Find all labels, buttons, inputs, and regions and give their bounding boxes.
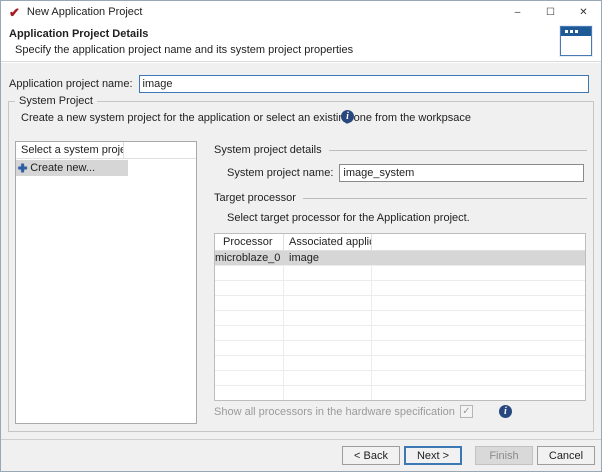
application-name-label: Application project name: (9, 78, 133, 90)
processor-table-body: microblaze_0image (215, 251, 585, 401)
table-cell (215, 341, 284, 355)
back-button[interactable]: < Back (342, 446, 400, 465)
table-row-empty[interactable] (215, 311, 585, 326)
add-icon: ✚ (18, 162, 27, 175)
table-cell (284, 296, 372, 310)
table-cell (372, 311, 585, 325)
table-cell (215, 296, 284, 310)
group-label: System Project (15, 95, 97, 107)
group-description: Create a new system project for the appl… (21, 112, 471, 124)
xilinx-logo-icon: ✔ (9, 6, 20, 19)
column-header[interactable]: Associated applications (284, 234, 372, 250)
column-header[interactable]: Processor (215, 234, 284, 250)
table-cell: image (284, 251, 372, 265)
table-cell (215, 371, 284, 385)
table-cell (372, 356, 585, 370)
table-cell (284, 341, 372, 355)
system-project-group: System Project Create a new system proje… (8, 101, 594, 432)
table-cell (215, 356, 284, 370)
system-project-list-header: Select a system project (16, 142, 196, 159)
table-cell (215, 386, 284, 400)
dialog-body: Application project name: System Project… (1, 63, 601, 439)
table-row[interactable]: microblaze_0image (215, 251, 585, 266)
table-cell (284, 281, 372, 295)
table-cell (215, 326, 284, 340)
show-all-processors-row: Show all processors in the hardware spec… (214, 405, 512, 418)
wizard-banner: Application Project Details Specify the … (1, 23, 601, 62)
new-project-wizard-icon (560, 26, 592, 56)
table-cell (284, 371, 372, 385)
window-controls: – ☐ ✕ (501, 2, 600, 22)
table-cell (372, 371, 585, 385)
table-cell (372, 341, 585, 355)
target-processor-instruction: Select target processor for the Applicat… (227, 212, 470, 224)
close-icon[interactable]: ✕ (567, 2, 600, 22)
table-row-empty[interactable] (215, 266, 585, 281)
table-cell (372, 251, 585, 265)
processor-table-head: ProcessorAssociated applications (215, 234, 585, 251)
table-row-empty[interactable] (215, 281, 585, 296)
table-cell (284, 311, 372, 325)
info-icon[interactable]: i (499, 405, 512, 418)
table-row-empty[interactable] (215, 296, 585, 311)
minimize-icon[interactable]: – (501, 2, 534, 22)
application-name-input[interactable] (139, 75, 589, 93)
title-bar: ✔ New Application Project – ☐ ✕ (1, 1, 601, 23)
next-button[interactable]: Next > (404, 446, 462, 465)
table-row-empty[interactable] (215, 371, 585, 386)
table-cell (372, 266, 585, 280)
table-cell (284, 266, 372, 280)
system-project-name-label: System project name: (227, 167, 333, 179)
cancel-button[interactable]: Cancel (537, 446, 595, 465)
button-bar: < Back Next > Finish Cancel (1, 439, 601, 471)
list-item-label: Create new... (30, 162, 95, 174)
column-header[interactable] (372, 234, 585, 250)
table-cell (372, 281, 585, 295)
table-row-empty[interactable] (215, 341, 585, 356)
application-name-row: Application project name: (9, 75, 589, 93)
table-cell: microblaze_0 (215, 251, 284, 265)
page-title: Application Project Details (9, 28, 148, 40)
list-header-label[interactable]: Select a system project (16, 142, 124, 158)
table-row-empty[interactable] (215, 356, 585, 371)
table-cell (284, 326, 372, 340)
table-row-empty[interactable] (215, 326, 585, 341)
table-cell (284, 386, 372, 400)
info-icon[interactable]: i (341, 110, 354, 123)
show-all-processors-checkbox[interactable]: ✓ (460, 405, 473, 418)
show-all-processors-label: Show all processors in the hardware spec… (214, 406, 455, 418)
target-processor-header: Target processor (214, 192, 587, 204)
section-title: Target processor (214, 192, 296, 204)
window-title: New Application Project (27, 6, 143, 18)
system-project-name-input[interactable] (339, 164, 584, 182)
finish-button[interactable]: Finish (475, 446, 533, 465)
table-row-empty[interactable] (215, 386, 585, 401)
page-subtitle: Specify the application project name and… (15, 44, 353, 56)
table-cell (215, 311, 284, 325)
system-project-details-header: System project details (214, 144, 587, 156)
new-application-project-dialog: { "window": { "title": "New Application … (0, 0, 602, 472)
table-cell (372, 386, 585, 400)
table-cell (215, 281, 284, 295)
system-project-list[interactable]: Select a system project ✚ Create new... (15, 141, 197, 424)
table-cell (372, 326, 585, 340)
system-project-name-row: System project name: (227, 164, 584, 182)
table-cell (215, 266, 284, 280)
table-cell (372, 296, 585, 310)
table-cell (284, 356, 372, 370)
processor-table[interactable]: ProcessorAssociated applications microbl… (214, 233, 586, 401)
list-item-create-new[interactable]: ✚ Create new... (16, 160, 128, 176)
section-title: System project details (214, 144, 322, 156)
maximize-icon[interactable]: ☐ (534, 2, 567, 22)
